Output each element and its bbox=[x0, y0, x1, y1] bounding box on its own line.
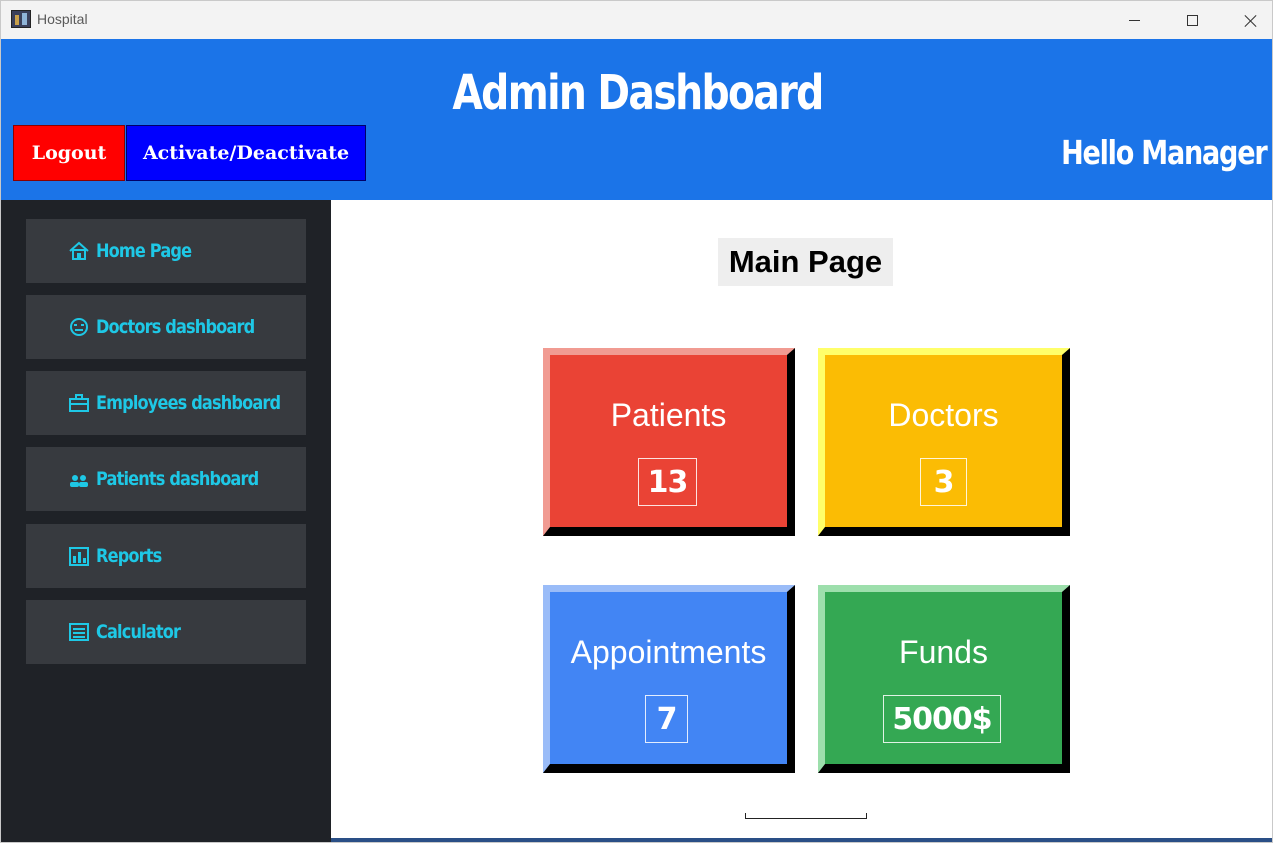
sidebar-item-employees[interactable]: Employees dashboard bbox=[26, 371, 306, 435]
card-label: Appointments bbox=[570, 634, 767, 670]
sidebar: Home Page Doctors dashboard Employees da… bbox=[1, 200, 331, 842]
hospital-app-icon bbox=[11, 10, 31, 28]
sidebar-item-reports[interactable]: Reports bbox=[26, 524, 306, 588]
minimize-button[interactable] bbox=[1105, 1, 1163, 39]
funds-card[interactable]: Funds 5000$ bbox=[818, 585, 1070, 773]
users-icon bbox=[68, 469, 90, 489]
sidebar-item-label: Doctors dashboard bbox=[96, 316, 255, 338]
hidden-footer-fragment bbox=[745, 813, 867, 819]
minimize-icon bbox=[1128, 19, 1140, 21]
greeting-text: Hello Manager bbox=[1060, 133, 1268, 172]
main-panel: Main Page Patients 13 Doctors 3 Appointm… bbox=[343, 213, 1269, 825]
patients-card[interactable]: Patients 13 bbox=[543, 348, 795, 536]
home-icon bbox=[68, 241, 90, 261]
sidebar-item-label: Patients dashboard bbox=[96, 468, 259, 490]
sidebar-item-calculator[interactable]: Calculator bbox=[26, 600, 306, 664]
maximize-icon bbox=[1186, 14, 1198, 26]
card-value: 5000$ bbox=[883, 695, 1001, 743]
card-label: Doctors bbox=[888, 397, 999, 433]
close-icon bbox=[1244, 14, 1257, 27]
appointments-card[interactable]: Appointments 7 bbox=[543, 585, 795, 773]
sidebar-item-doctors[interactable]: Doctors dashboard bbox=[26, 295, 306, 359]
card-value: 7 bbox=[645, 695, 688, 743]
doctors-card[interactable]: Doctors 3 bbox=[818, 348, 1070, 536]
card-label: Patients bbox=[610, 397, 727, 433]
close-button[interactable] bbox=[1221, 1, 1272, 39]
sidebar-item-home[interactable]: Home Page bbox=[26, 219, 306, 283]
sidebar-item-label: Home Page bbox=[96, 240, 192, 262]
page-title: Admin Dashboard bbox=[452, 65, 824, 121]
window-title: Hospital bbox=[37, 11, 88, 27]
logout-button[interactable]: Logout bbox=[13, 125, 125, 181]
calculator-icon bbox=[68, 622, 90, 642]
main-page-title: Main Page bbox=[718, 238, 893, 286]
sidebar-item-label: Calculator bbox=[96, 621, 181, 643]
maximize-button[interactable] bbox=[1163, 1, 1221, 39]
sidebar-item-patients[interactable]: Patients dashboard bbox=[26, 447, 306, 511]
activate-deactivate-button[interactable]: Activate/Deactivate bbox=[126, 125, 366, 181]
card-label: Funds bbox=[899, 634, 988, 670]
card-value: 13 bbox=[638, 458, 697, 506]
app-window: Hospital Admin Dashboard Logout Activate… bbox=[0, 0, 1273, 843]
face-icon bbox=[68, 317, 90, 337]
desktop-background-strip bbox=[331, 838, 1272, 842]
card-value: 3 bbox=[920, 458, 967, 506]
header-bar: Admin Dashboard Logout Activate/Deactiva… bbox=[1, 39, 1272, 200]
bar-chart-icon bbox=[68, 546, 90, 566]
sidebar-item-label: Employees dashboard bbox=[96, 392, 281, 414]
briefcase-icon bbox=[68, 393, 90, 413]
sidebar-item-label: Reports bbox=[96, 545, 162, 567]
title-bar[interactable]: Hospital bbox=[1, 1, 1272, 39]
